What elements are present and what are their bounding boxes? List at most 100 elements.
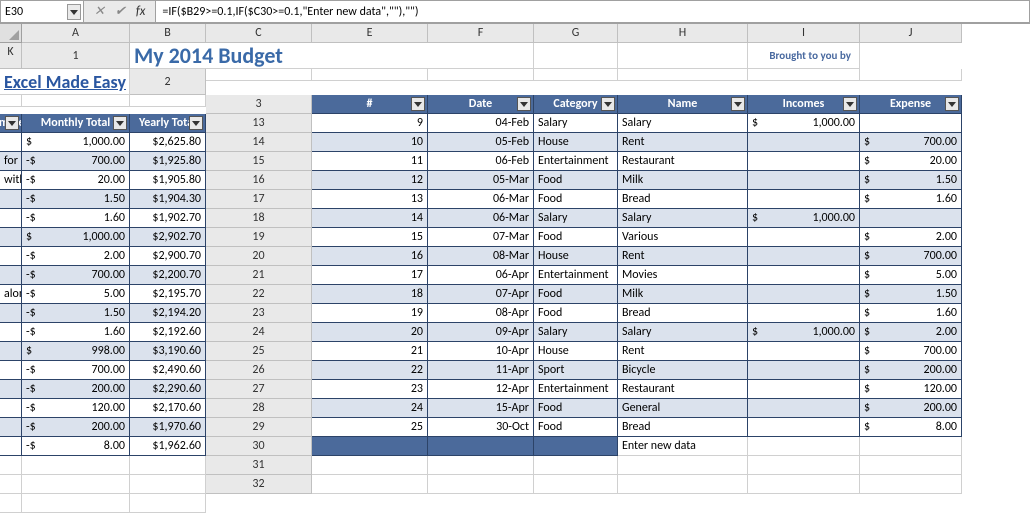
- cell-yearly-total[interactable]: $1,902.70: [130, 209, 206, 228]
- header-category[interactable]: Category: [534, 95, 618, 114]
- cell-income[interactable]: [748, 304, 860, 323]
- cell-expense[interactable]: [860, 114, 962, 133]
- cell-expense[interactable]: $1.50: [860, 285, 962, 304]
- row-header[interactable]: 25: [206, 342, 312, 361]
- cell[interactable]: [428, 456, 534, 475]
- cell-index[interactable]: 16: [312, 247, 428, 266]
- cell-income[interactable]: [748, 285, 860, 304]
- cell[interactable]: [534, 69, 618, 81]
- brought-by-cell[interactable]: Brought to you by: [748, 43, 860, 69]
- cell-date[interactable]: 30-Oct: [428, 418, 534, 437]
- col-header-i[interactable]: I: [748, 24, 860, 43]
- cell-income[interactable]: [748, 380, 860, 399]
- cell[interactable]: [0, 494, 22, 513]
- cell-income[interactable]: [748, 190, 860, 209]
- cell[interactable]: [312, 437, 428, 456]
- cell-comment[interactable]: [0, 228, 22, 247]
- col-header-h[interactable]: H: [618, 24, 748, 43]
- cell-monthly-total[interactable]: -$5.00: [22, 285, 130, 304]
- cell[interactable]: [130, 475, 206, 494]
- cell-index[interactable]: 25: [312, 418, 428, 437]
- row-header[interactable]: 19: [206, 228, 312, 247]
- cell-date[interactable]: 10-Apr: [428, 342, 534, 361]
- cell[interactable]: [748, 69, 860, 81]
- cancel-icon[interactable]: ✕: [94, 4, 105, 19]
- header-num[interactable]: #: [312, 95, 428, 114]
- cell-date[interactable]: 05-Mar: [428, 171, 534, 190]
- cell-date[interactable]: 11-Apr: [428, 361, 534, 380]
- col-header-c[interactable]: C: [206, 24, 312, 43]
- cell-date[interactable]: 07-Mar: [428, 228, 534, 247]
- cell-comment[interactable]: alone: [0, 285, 22, 304]
- cell-expense[interactable]: $200.00: [860, 399, 962, 418]
- cell-index[interactable]: 22: [312, 361, 428, 380]
- cell-income[interactable]: [748, 418, 860, 437]
- fx-icon[interactable]: fx: [136, 4, 146, 19]
- cell-expense[interactable]: $200.00: [860, 361, 962, 380]
- cell[interactable]: [748, 475, 860, 494]
- cell-yearly-total[interactable]: $1,904.30: [130, 190, 206, 209]
- cell[interactable]: [22, 95, 130, 107]
- cell-category[interactable]: Entertainment: [534, 380, 618, 399]
- cell-date[interactable]: 05-Feb: [428, 133, 534, 152]
- cell[interactable]: [618, 475, 748, 494]
- cell-index[interactable]: 13: [312, 190, 428, 209]
- cell-yearly-total[interactable]: $2,490.60: [130, 361, 206, 380]
- header-name[interactable]: Name: [618, 95, 748, 114]
- cell-expense[interactable]: $120.00: [860, 380, 962, 399]
- cell-name[interactable]: Salary: [618, 323, 748, 342]
- cell-expense[interactable]: $5.00: [860, 266, 962, 285]
- cell-monthly-total[interactable]: -$700.00: [22, 266, 130, 285]
- cell-comment[interactable]: [0, 342, 22, 361]
- cell[interactable]: [860, 69, 962, 81]
- cell-name[interactable]: Rent: [618, 342, 748, 361]
- cell-comment[interactable]: [0, 304, 22, 323]
- filter-button[interactable]: [731, 97, 745, 111]
- cell-yearly-total[interactable]: $1,970.60: [130, 418, 206, 437]
- cell-income[interactable]: [748, 399, 860, 418]
- cell-date[interactable]: 07-Apr: [428, 285, 534, 304]
- row-header[interactable]: 31: [206, 456, 312, 475]
- row-header[interactable]: 16: [206, 171, 312, 190]
- cell-name[interactable]: Bread: [618, 190, 748, 209]
- cell-yearly-total[interactable]: $2,194.20: [130, 304, 206, 323]
- cell-category[interactable]: Food: [534, 228, 618, 247]
- filter-button[interactable]: [5, 116, 19, 130]
- col-header-j[interactable]: J: [860, 24, 962, 43]
- cell-monthly-total[interactable]: -$200.00: [22, 380, 130, 399]
- cell-monthly-total[interactable]: -$1.50: [22, 304, 130, 323]
- cell-date[interactable]: 06-Mar: [428, 209, 534, 228]
- cell-monthly-total[interactable]: $998.00: [22, 342, 130, 361]
- cell-index[interactable]: 11: [312, 152, 428, 171]
- cell-date[interactable]: 08-Mar: [428, 247, 534, 266]
- cell-index[interactable]: 23: [312, 380, 428, 399]
- cell-expense[interactable]: $1.50: [860, 171, 962, 190]
- header-yearly[interactable]: Yearly Total: [130, 114, 206, 133]
- cell-comment[interactable]: [0, 380, 22, 399]
- row-header[interactable]: 3: [206, 95, 312, 114]
- cell[interactable]: [130, 95, 206, 107]
- cell-comment[interactable]: [0, 437, 22, 456]
- cell-comment[interactable]: [0, 247, 22, 266]
- cell-name[interactable]: Rent: [618, 133, 748, 152]
- cell-expense[interactable]: $8.00: [860, 418, 962, 437]
- cell-expense[interactable]: [860, 209, 962, 228]
- cell[interactable]: [0, 475, 22, 494]
- cell-income[interactable]: [748, 361, 860, 380]
- row-header[interactable]: 2: [130, 69, 206, 95]
- cell-monthly-total[interactable]: -$1.50: [22, 190, 130, 209]
- cell-category[interactable]: Salary: [534, 323, 618, 342]
- cell-income[interactable]: $1,000.00: [748, 323, 860, 342]
- cell-date[interactable]: 04-Feb: [428, 114, 534, 133]
- cell[interactable]: [130, 456, 206, 475]
- cell[interactable]: [618, 43, 748, 69]
- cell-monthly-total[interactable]: $1,000.00: [22, 228, 130, 247]
- filter-button[interactable]: [113, 116, 127, 130]
- row-header[interactable]: 29: [206, 418, 312, 437]
- cell-comment[interactable]: [0, 361, 22, 380]
- cell-yearly-total[interactable]: $2,170.60: [130, 399, 206, 418]
- cell-comment[interactable]: [0, 209, 22, 228]
- cell[interactable]: [860, 475, 962, 494]
- cell-comment[interactable]: [0, 266, 22, 285]
- cell-index[interactable]: 17: [312, 266, 428, 285]
